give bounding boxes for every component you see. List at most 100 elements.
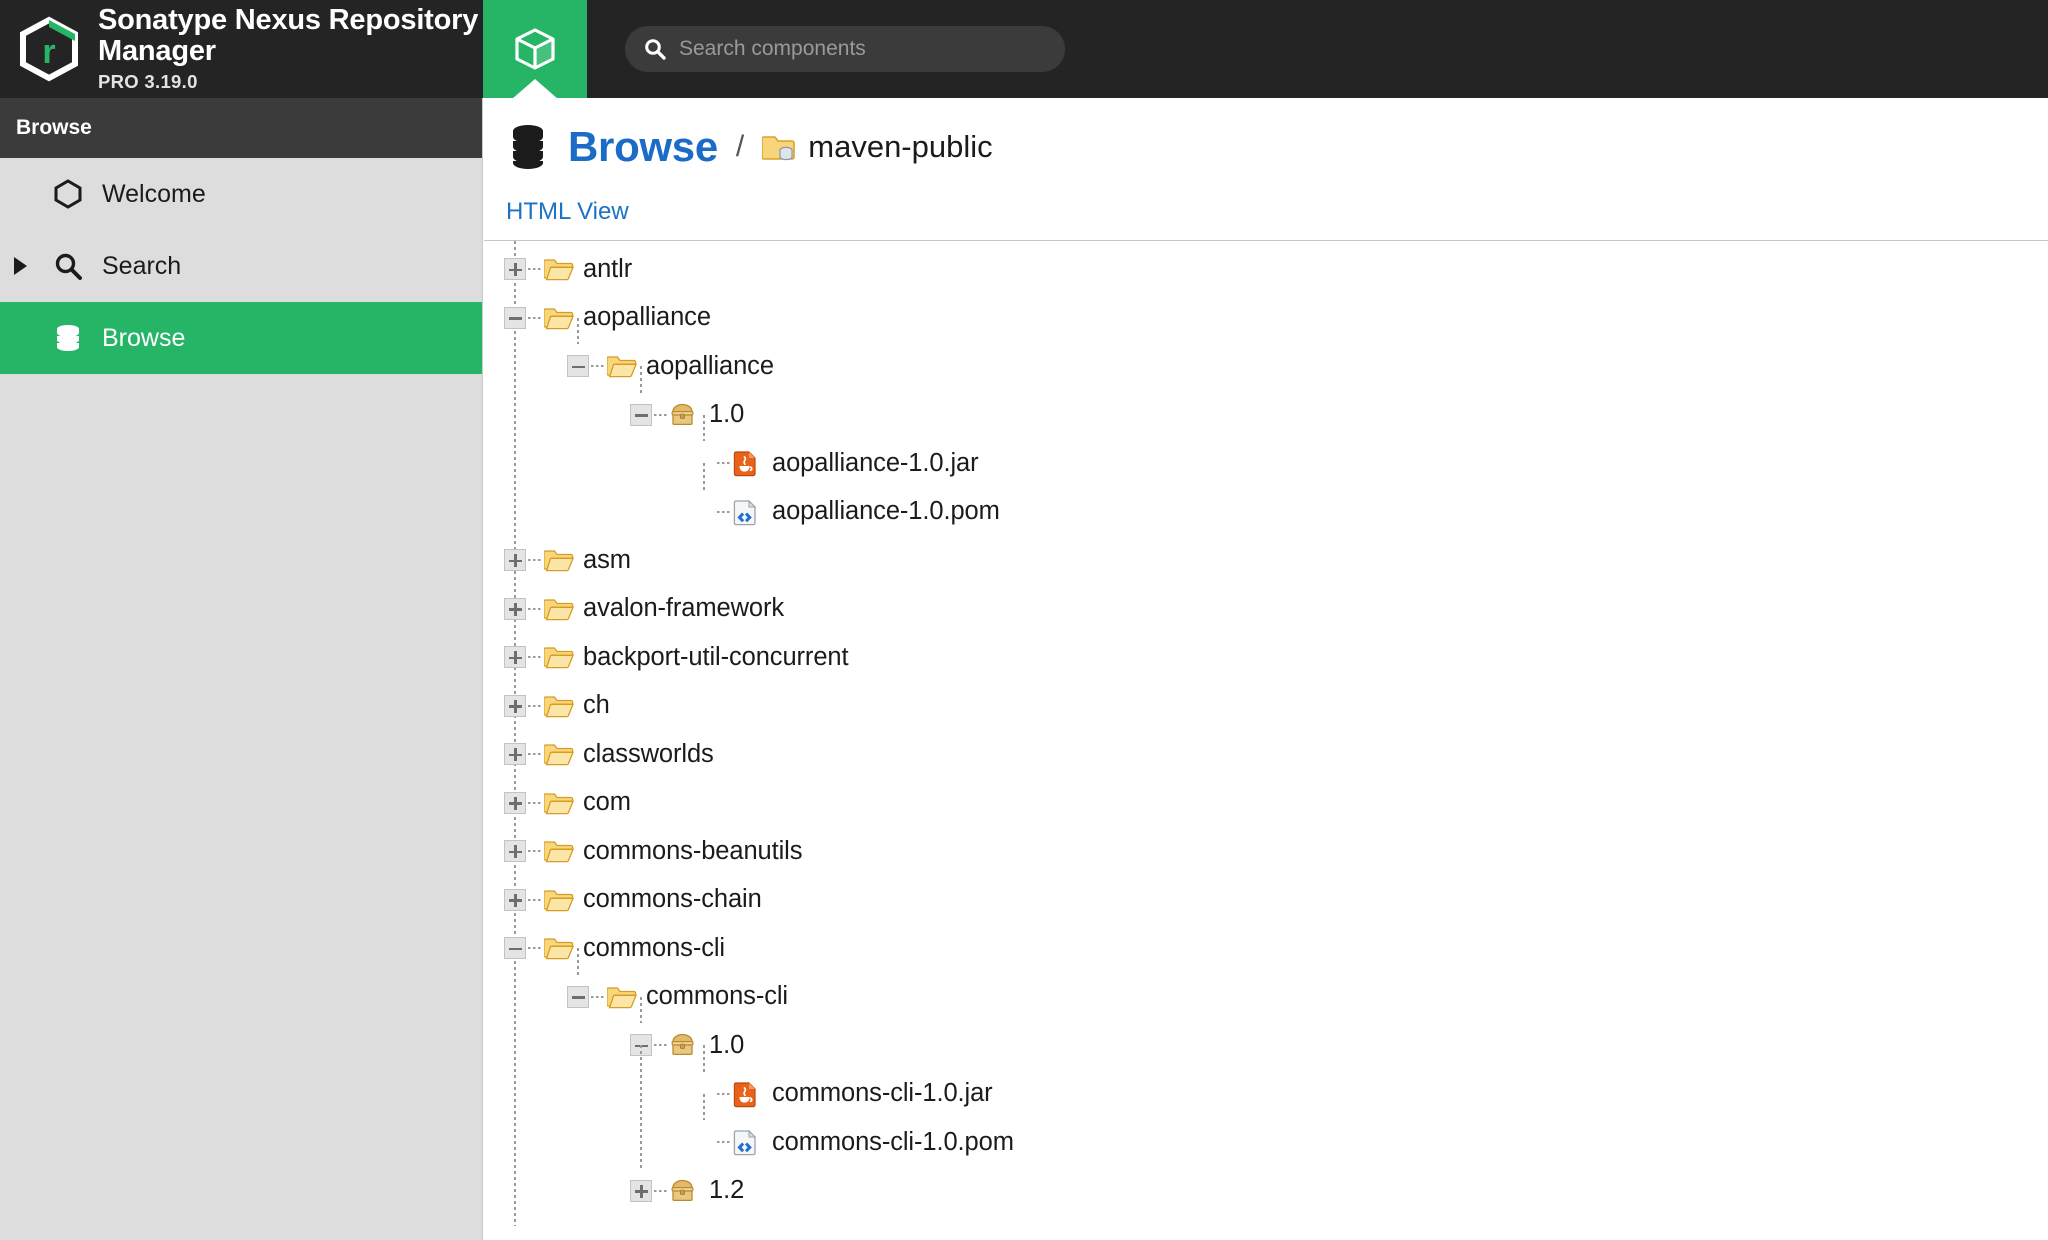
tree-connector-line xyxy=(703,414,705,441)
tree-node-label: 1.0 xyxy=(709,400,745,428)
tree-collapse-icon[interactable] xyxy=(567,355,589,378)
tree-node[interactable]: commons-cli xyxy=(484,973,2048,1022)
tree-connector-line xyxy=(640,996,642,1023)
tree-collapse-icon[interactable] xyxy=(630,403,652,426)
tree-node[interactable]: commons-cli xyxy=(484,924,2048,973)
sidebar-item-browse[interactable]: Browse xyxy=(0,302,482,374)
database-stack-icon xyxy=(52,322,84,354)
tree-connector xyxy=(528,801,542,804)
tree-expand-icon[interactable] xyxy=(504,743,526,766)
tree-expand-icon[interactable] xyxy=(504,694,526,717)
tree-toggle-spacer xyxy=(693,1131,715,1153)
tree-connector-line xyxy=(577,317,579,344)
chevron-right-icon[interactable] xyxy=(14,257,27,275)
database-stack-icon xyxy=(506,123,550,171)
tree-node[interactable]: aopalliance xyxy=(484,294,2048,343)
tree-node[interactable]: 1.0 xyxy=(484,391,2048,440)
tree-collapse-icon[interactable] xyxy=(504,937,526,960)
tree-node-label: commons-beanutils xyxy=(583,836,803,865)
sidebar-header-label: Browse xyxy=(16,116,92,139)
tree-connector xyxy=(654,413,668,416)
tree-expand-icon[interactable] xyxy=(630,1179,652,1202)
tree-expand-icon[interactable] xyxy=(504,597,526,620)
tree-node[interactable]: com xyxy=(484,779,2048,828)
tree-connector xyxy=(528,850,542,853)
sidebar-item-search[interactable]: Search xyxy=(0,230,482,302)
tree-expand-icon[interactable] xyxy=(504,646,526,669)
tree-node[interactable]: asm xyxy=(484,536,2048,585)
tree-node[interactable]: aopalliance-1.0.pom xyxy=(484,488,2048,537)
tree-collapse-icon[interactable] xyxy=(567,985,589,1008)
app-version: PRO 3.19.0 xyxy=(98,70,198,92)
tree-expand-icon[interactable] xyxy=(504,549,526,572)
tree-node[interactable]: antlr xyxy=(484,245,2048,294)
tree-node-label: aopalliance-1.0.jar xyxy=(772,448,979,477)
tree-node[interactable]: classworlds xyxy=(484,730,2048,779)
folder-open-icon xyxy=(543,741,574,767)
tree-node[interactable]: 1.2 xyxy=(484,1167,2048,1216)
main-panel: Browse / maven-public HTML View antlr aop… xyxy=(484,98,2048,1240)
tree-connector xyxy=(528,753,542,756)
tree-node[interactable]: commons-cli-1.0.jar xyxy=(484,1070,2048,1119)
sidebar-item-welcome[interactable]: Welcome xyxy=(0,158,482,230)
folder-open-icon xyxy=(606,353,637,379)
tree-connector-line xyxy=(577,948,579,975)
tree-expand-icon[interactable] xyxy=(504,888,526,911)
tree-node[interactable]: ch xyxy=(484,682,2048,731)
tree-node-label: commons-cli-1.0.jar xyxy=(772,1079,993,1107)
tree-connector-line xyxy=(703,1093,705,1120)
view-link-row: HTML View xyxy=(484,182,2048,240)
browse-tab[interactable] xyxy=(483,0,587,99)
search-box[interactable] xyxy=(625,26,1065,72)
search-icon xyxy=(52,250,84,282)
search-input[interactable] xyxy=(679,37,1047,61)
tree-node[interactable]: backport-util-concurrent xyxy=(484,633,2048,682)
tree-node-label: classworlds xyxy=(583,739,714,768)
folder-open-icon xyxy=(543,305,574,331)
tree-node[interactable]: commons-cli-1.0.pom xyxy=(484,1118,2048,1167)
breadcrumb-root-link[interactable]: Browse xyxy=(568,123,718,171)
tree-connector-line xyxy=(640,1045,642,1169)
tree-expand-icon[interactable] xyxy=(504,791,526,814)
tree-node-label: commons-chain xyxy=(583,885,762,913)
tab-notch xyxy=(512,79,558,99)
tree-node[interactable]: commons-beanutils xyxy=(484,827,2048,876)
sidebar-item-label: Welcome xyxy=(102,179,206,208)
tree-node-label: commons-cli xyxy=(583,933,726,962)
sidebar-header: Browse xyxy=(0,98,482,158)
tree-connector-line xyxy=(703,463,705,490)
folder-open-icon xyxy=(543,693,574,719)
tree-node[interactable]: avalon-framework xyxy=(484,585,2048,634)
tree-node-label: com xyxy=(583,788,631,816)
tree-node[interactable]: commons-chain xyxy=(484,876,2048,925)
folder-open-icon xyxy=(543,935,574,961)
hexagon-icon xyxy=(52,178,84,210)
tree-node[interactable]: 1.0 xyxy=(484,1021,2048,1070)
tree-connector xyxy=(591,995,605,998)
html-view-link[interactable]: HTML View xyxy=(506,198,629,225)
nexus-hexagon-logo-icon: r xyxy=(14,14,84,84)
tree-connector-line xyxy=(703,1045,705,1072)
sidebar-item-label: Browse xyxy=(102,323,186,352)
sidebar-item-label: Search xyxy=(102,251,182,280)
tree-node[interactable]: aopalliance-1.0.jar xyxy=(484,439,2048,488)
tree-connector xyxy=(654,1189,668,1192)
tree-node[interactable]: aopalliance xyxy=(484,342,2048,391)
tree-connector xyxy=(528,947,542,950)
tree-collapse-icon[interactable] xyxy=(504,306,526,329)
cube-icon xyxy=(512,26,558,72)
tree-expand-icon[interactable] xyxy=(504,840,526,863)
tree-connector xyxy=(528,898,542,901)
package-chest-icon xyxy=(670,1178,700,1204)
tree-node-label: asm xyxy=(583,545,631,574)
brand-block: r Sonatype Nexus Repository Manager PRO … xyxy=(0,0,483,98)
tree-connector xyxy=(717,510,731,513)
folder-open-icon xyxy=(543,790,574,816)
folder-open-icon xyxy=(543,256,574,282)
tree-node-label: backport-util-concurrent xyxy=(583,642,849,671)
tree-connector xyxy=(528,704,542,707)
tree-node-label: ch xyxy=(583,691,610,719)
tree-node-label: 1.2 xyxy=(709,1176,745,1204)
folder-open-icon xyxy=(543,644,574,670)
tree-expand-icon[interactable] xyxy=(504,258,526,281)
